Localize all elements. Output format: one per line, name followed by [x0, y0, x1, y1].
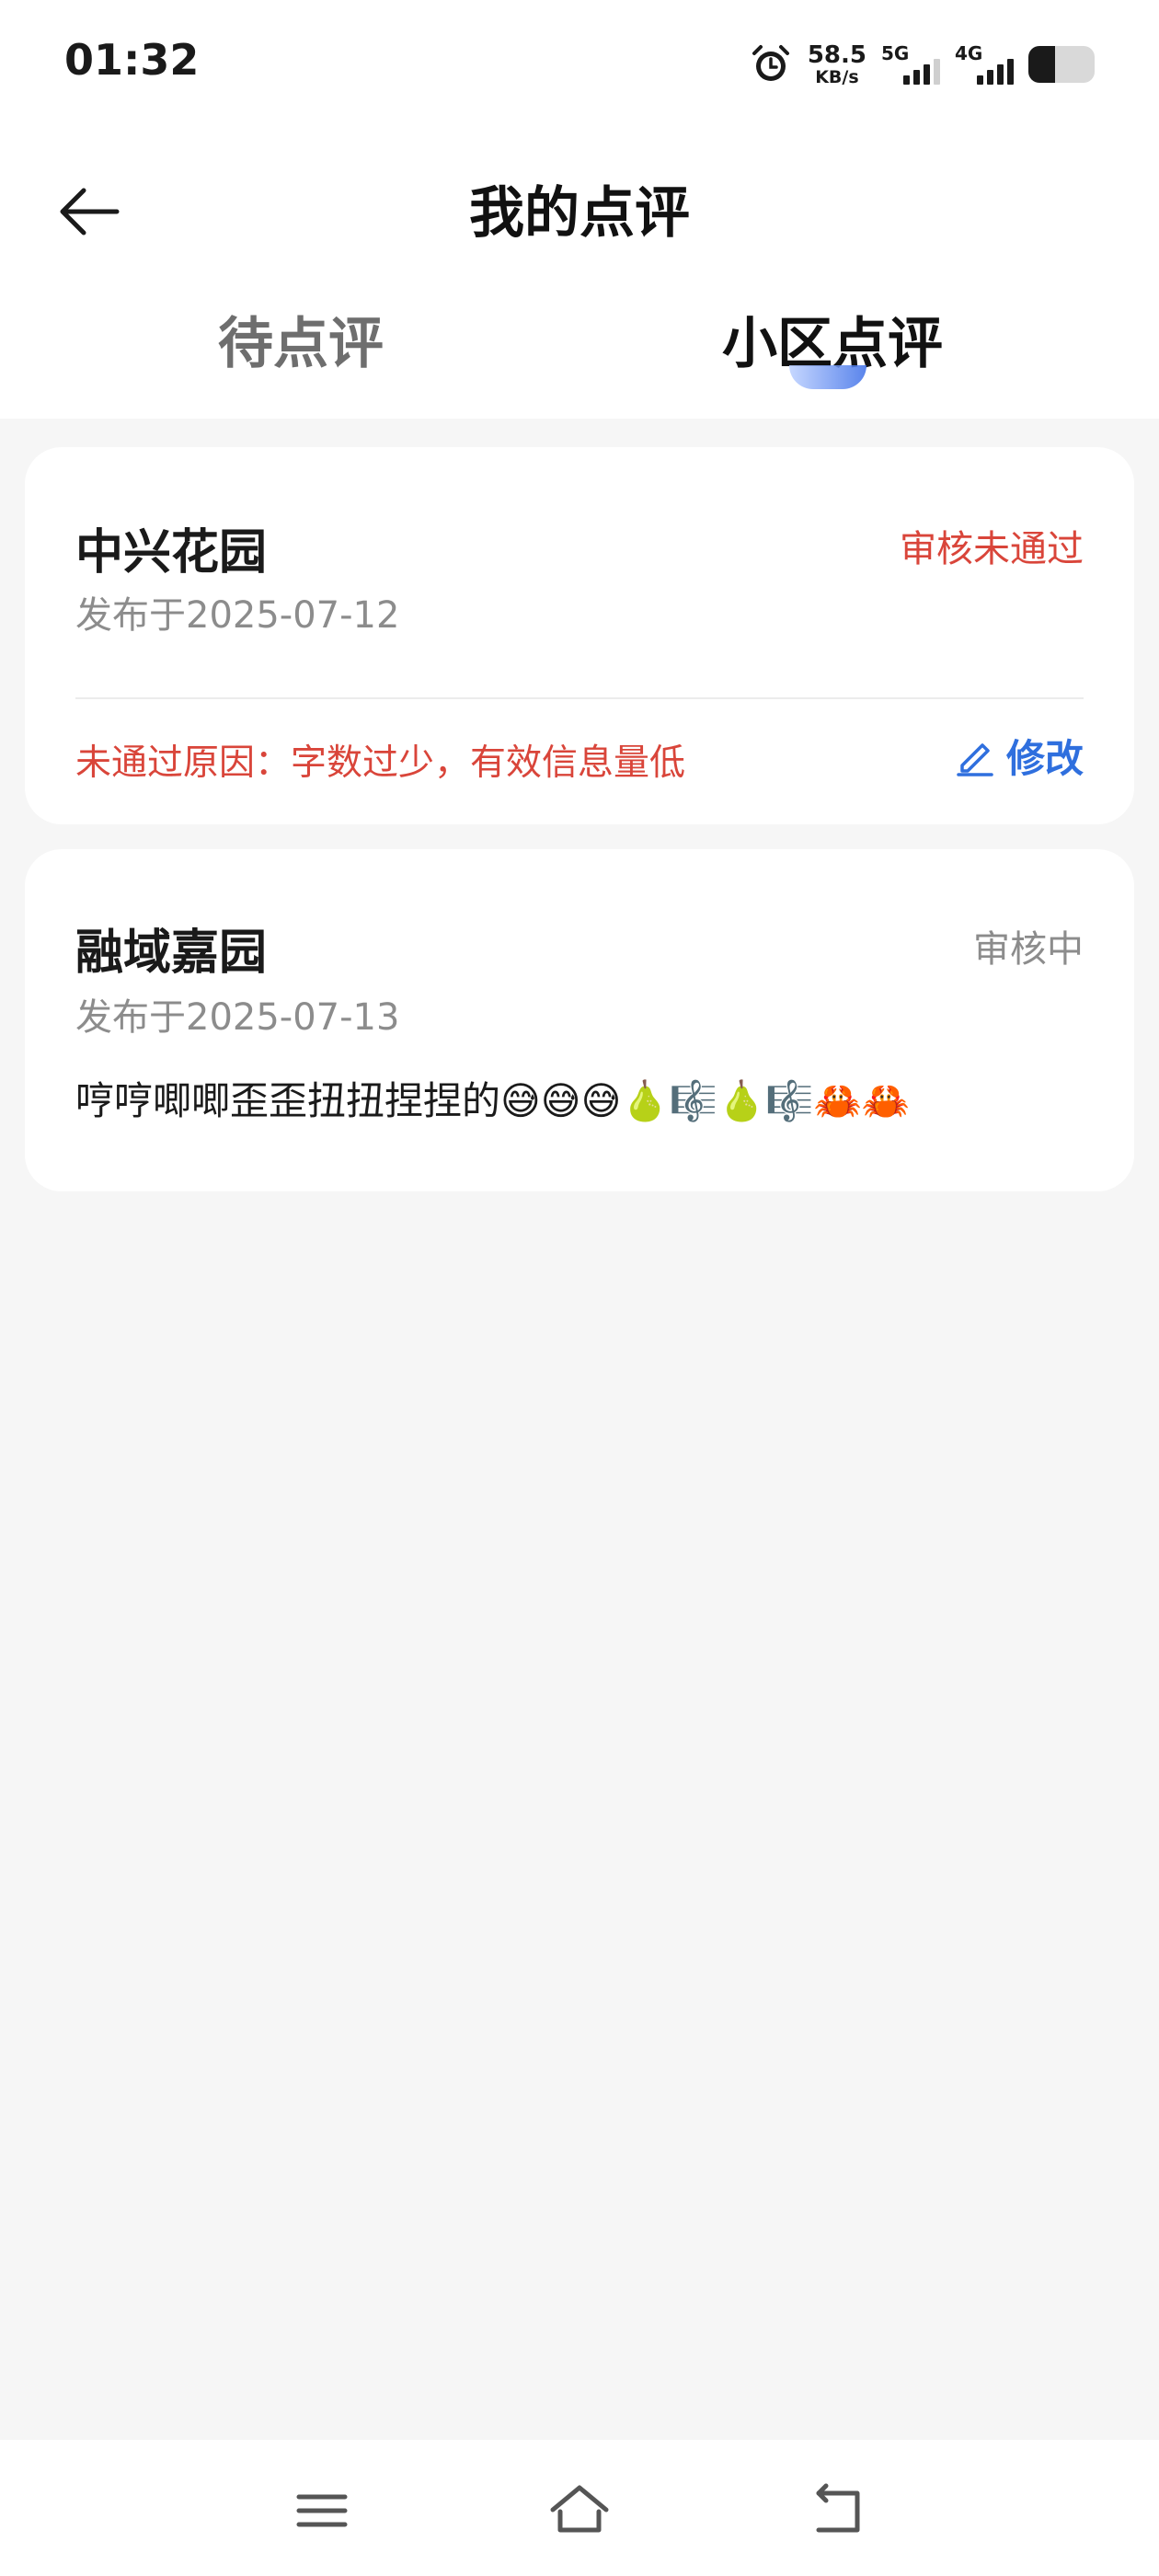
- back-nav-icon[interactable]: [806, 2478, 870, 2543]
- edit-label: 修改: [1005, 736, 1084, 781]
- publish-date: 发布于2025-07-12: [75, 594, 400, 637]
- active-tab-indicator: [789, 365, 866, 389]
- review-content: 哼哼唧唧歪歪扭扭捏捏的😅😅😅🍐🎼🍐🎼🦀🦀: [75, 1078, 911, 1123]
- status-time: 01:32: [64, 35, 200, 85]
- status-bar: 01:32 58.5 KB/s 5G 4G: [0, 0, 1159, 124]
- review-status-badge: 审核未通过: [900, 528, 1084, 570]
- signal-sim1: 5G: [881, 40, 940, 88]
- home-icon[interactable]: [547, 2478, 612, 2543]
- community-name: 融域嘉园: [75, 926, 268, 981]
- reject-reason: 未通过原因：字数过少，有效信息量低: [75, 742, 686, 784]
- status-icons: 58.5 KB/s 5G 4G: [749, 37, 1095, 92]
- edit-button[interactable]: 修改: [953, 728, 1084, 784]
- signal-icon: [903, 59, 940, 85]
- signal-sim2: 4G: [955, 40, 1014, 88]
- page-title: 我的点评: [469, 181, 690, 246]
- signal-icon: [977, 59, 1014, 85]
- review-card[interactable]: 中兴花园 审核未通过 发布于2025-07-12 未通过原因：字数过少，有效信息…: [25, 447, 1134, 824]
- pencil-icon: [957, 742, 993, 776]
- battery-icon: [1028, 46, 1095, 83]
- community-name: 中兴花园: [75, 525, 268, 581]
- battery-fill: [1028, 46, 1055, 83]
- divider: [75, 697, 1084, 699]
- publish-date: 发布于2025-07-13: [75, 996, 400, 1039]
- tab-pending-review[interactable]: 待点评: [218, 299, 384, 379]
- net-speed-value: 58.5: [807, 40, 866, 69]
- review-card[interactable]: 融域嘉园 审核中 发布于2025-07-13 哼哼唧唧歪歪扭扭捏捏的😅😅😅🍐🎼🍐…: [25, 849, 1134, 1191]
- net-speed: 58.5 KB/s: [808, 43, 866, 86]
- page-header: 我的点评 待点评 小区点评: [0, 124, 1159, 419]
- review-status-badge: 审核中: [973, 928, 1084, 971]
- alarm-icon: [752, 45, 789, 81]
- menu-icon[interactable]: [290, 2478, 354, 2543]
- system-nav-bar: [0, 2440, 1159, 2576]
- net-speed-unit: KB/s: [815, 66, 859, 87]
